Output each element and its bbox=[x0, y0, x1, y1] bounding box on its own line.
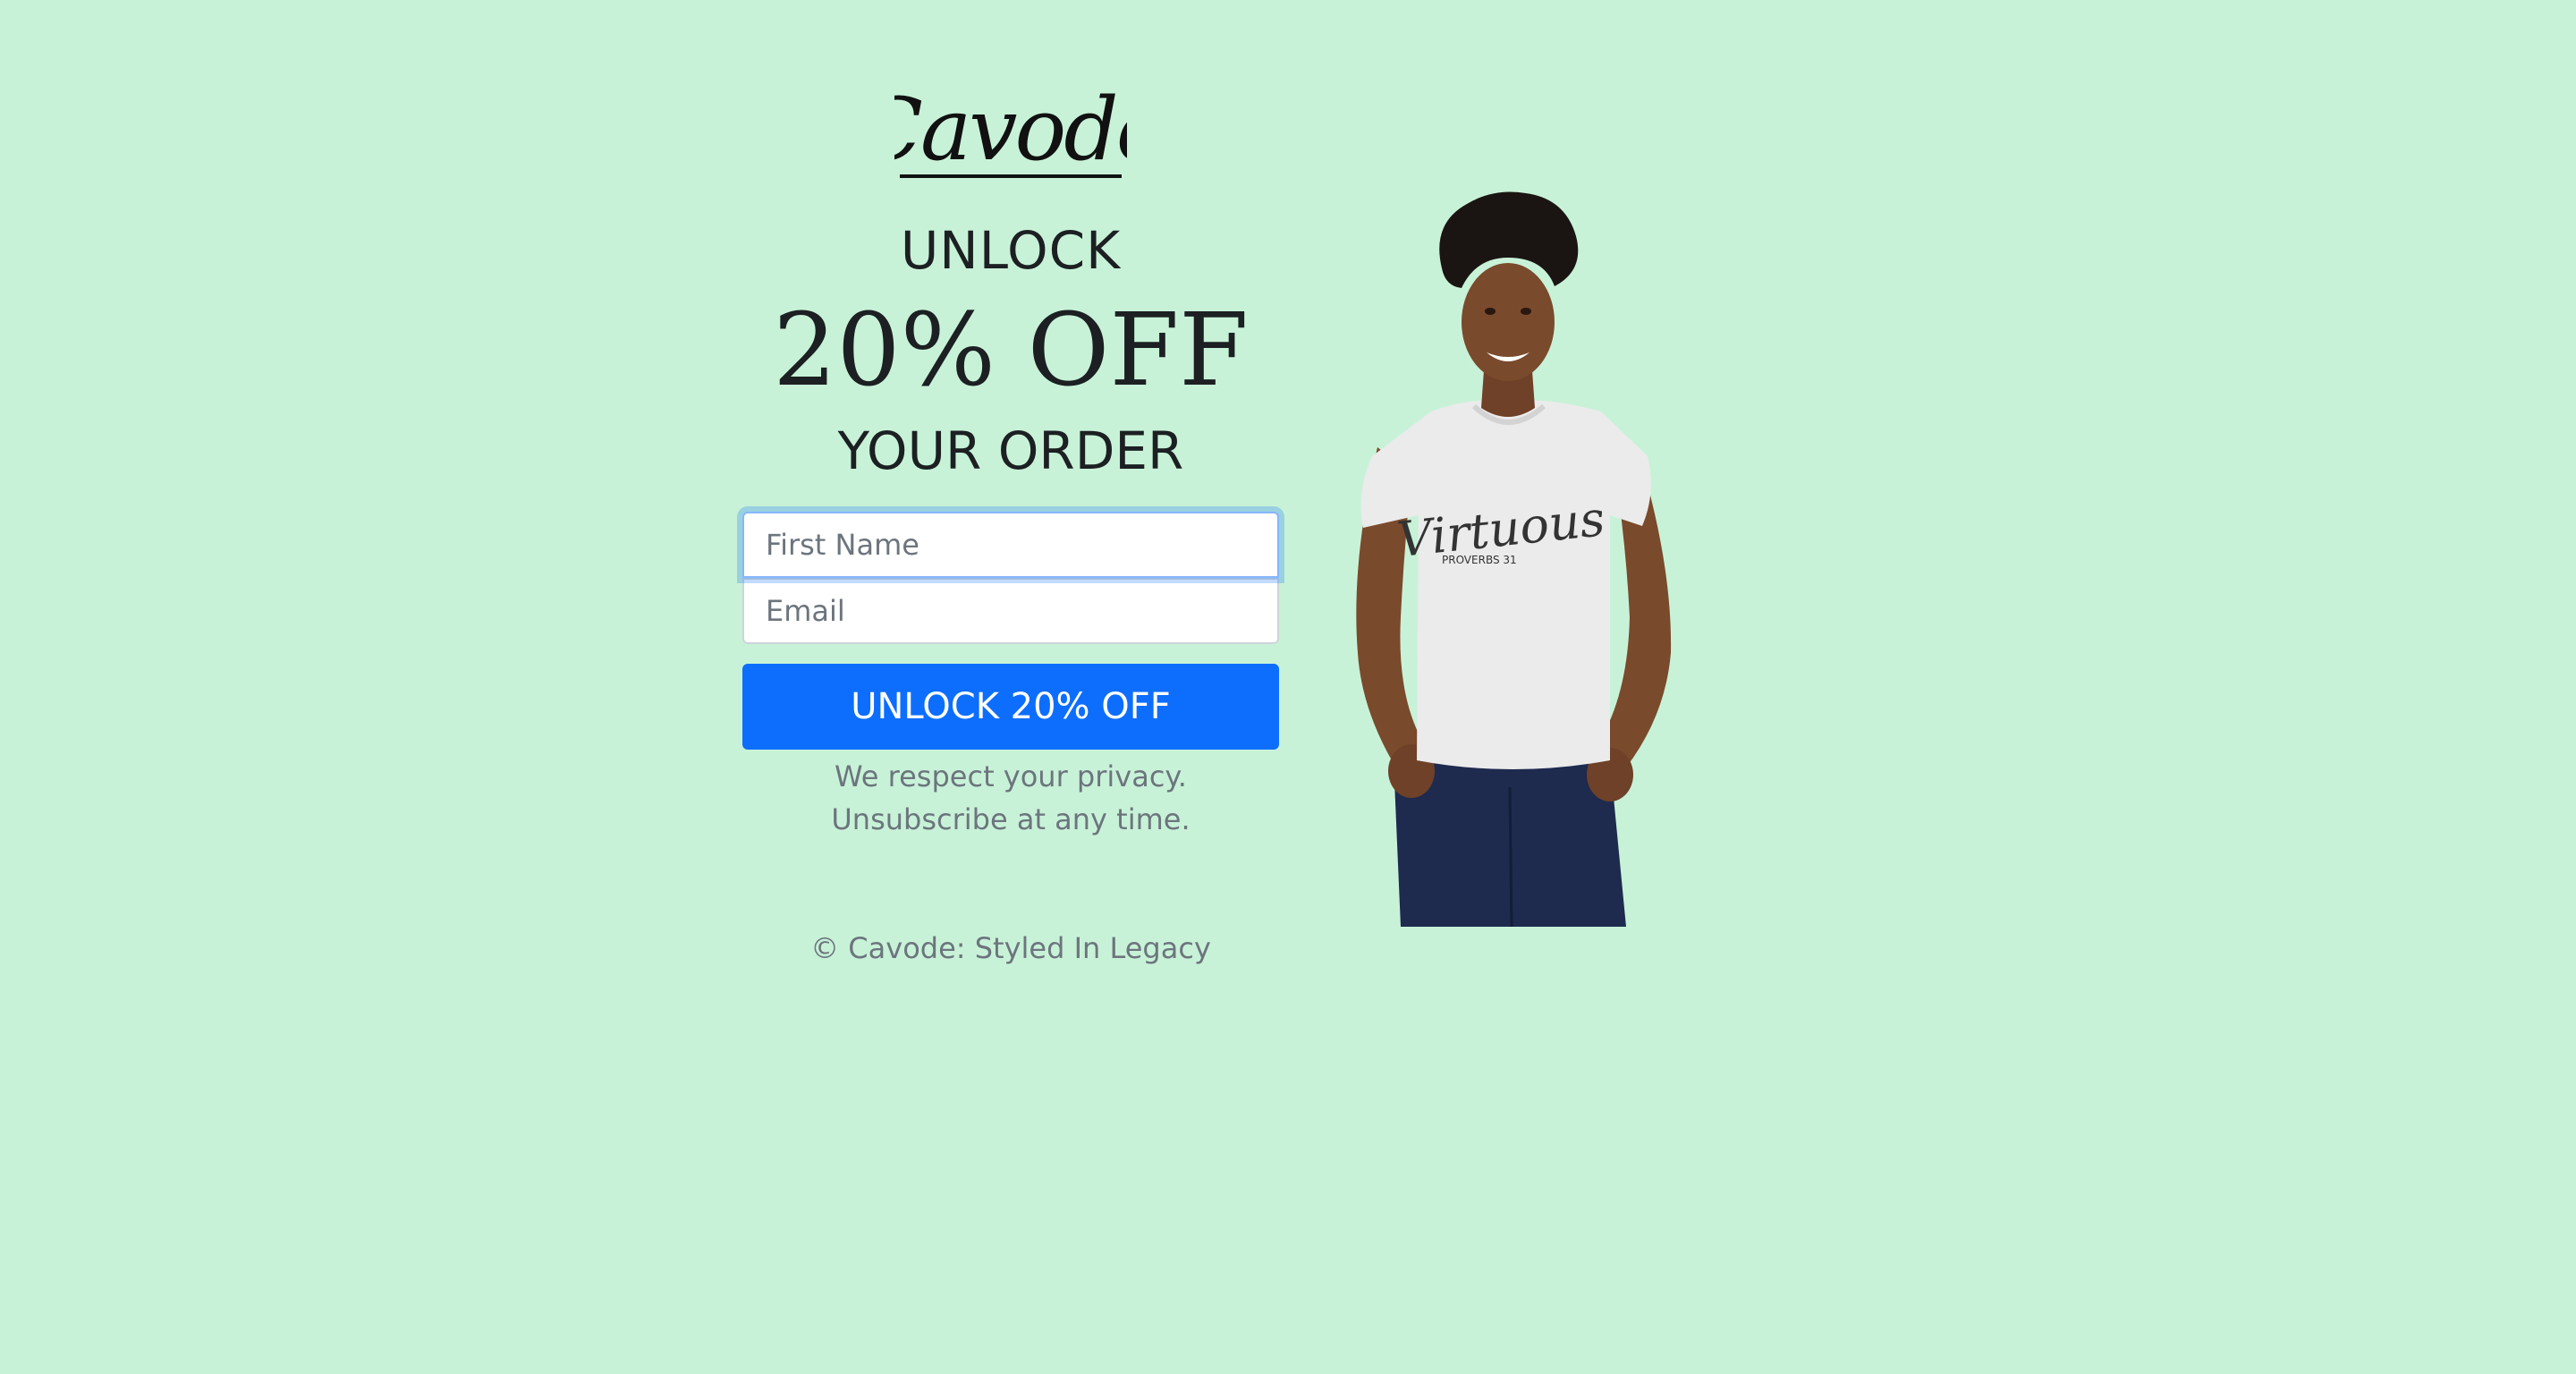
model-photo: Virtuous PROVERBS 31 bbox=[1342, 188, 1699, 927]
footer-copyright: © Cavode: Styled In Legacy bbox=[810, 931, 1211, 965]
brand-logo: Cavode bbox=[723, 88, 1299, 188]
shirt-print-subtext: PROVERBS 31 bbox=[1442, 554, 1517, 566]
privacy-line-1: We respect your privacy. bbox=[835, 759, 1187, 793]
model-illustration: Virtuous PROVERBS 31 bbox=[1356, 191, 1672, 927]
first-name-input[interactable] bbox=[742, 512, 1279, 578]
right-eye bbox=[1521, 308, 1531, 315]
face bbox=[1462, 263, 1555, 381]
cavode-logo-mark: Cavode bbox=[894, 88, 1127, 180]
headline-unlock: UNLOCK bbox=[900, 220, 1122, 281]
signup-page: Cavode UNLOCK 20% OFF YOUR ORDER UNLOCK … bbox=[0, 0, 2576, 1374]
logo-wordmark: Cavode bbox=[894, 88, 1127, 180]
email-input[interactable] bbox=[742, 578, 1279, 644]
unlock-discount-button[interactable]: UNLOCK 20% OFF bbox=[742, 664, 1279, 750]
jeans-seam bbox=[1508, 786, 1513, 927]
left-eye bbox=[1485, 308, 1496, 315]
headline-discount: 20% OFF bbox=[773, 293, 1249, 409]
privacy-note: We respect your privacy. Unsubscribe at … bbox=[723, 755, 1299, 841]
privacy-line-2: Unsubscribe at any time. bbox=[831, 802, 1191, 836]
headline-your-order: YOUR ORDER bbox=[837, 420, 1184, 481]
